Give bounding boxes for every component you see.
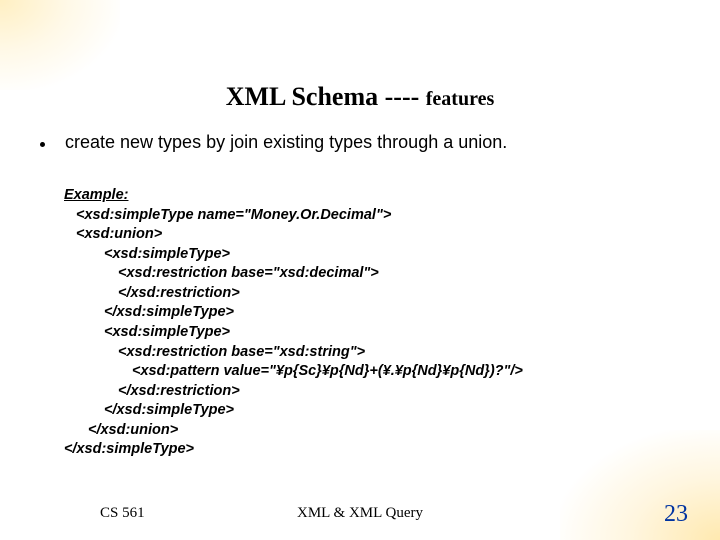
slide: XML Schema ---- features create new type… (0, 0, 720, 540)
code-line: </xsd:simpleType> (64, 440, 523, 460)
code-line: <xsd:simpleType> (64, 245, 523, 265)
code-line: <xsd:restriction base="xsd:string"> (64, 343, 523, 363)
example-label: Example: (64, 186, 523, 206)
title-dashes: ---- (385, 82, 420, 111)
slide-title: XML Schema ---- features (0, 82, 720, 112)
bullet-row: create new types by join existing types … (40, 132, 507, 153)
code-line: </xsd:union> (64, 421, 523, 441)
page-number: 23 (664, 501, 688, 528)
bullet-text: create new types by join existing types … (65, 132, 507, 153)
code-line: <xsd:simpleType name="Money.Or.Decimal"> (64, 206, 523, 226)
code-line: <xsd:restriction base="xsd:decimal"> (64, 264, 523, 284)
footer-center: XML & XML Query (0, 505, 720, 522)
decorative-corner-top-left (0, 0, 120, 90)
code-line: </xsd:simpleType> (64, 303, 523, 323)
bullet-dot-icon (40, 142, 45, 147)
code-line: <xsd:pattern value="¥p{Sc}¥p{Nd}+(¥.¥p{N… (64, 362, 523, 382)
code-line: </xsd:restriction> (64, 382, 523, 402)
example-block: Example: <xsd:simpleType name="Money.Or.… (64, 186, 523, 460)
title-main: XML Schema (226, 82, 378, 111)
code-line: <xsd:simpleType> (64, 323, 523, 343)
title-sub: features (426, 88, 495, 110)
code-line: </xsd:simpleType> (64, 401, 523, 421)
code-line: </xsd:restriction> (64, 284, 523, 304)
decorative-corner-bottom-right (560, 430, 720, 540)
code-listing: <xsd:simpleType name="Money.Or.Decimal">… (64, 206, 523, 460)
code-line: <xsd:union> (64, 225, 523, 245)
